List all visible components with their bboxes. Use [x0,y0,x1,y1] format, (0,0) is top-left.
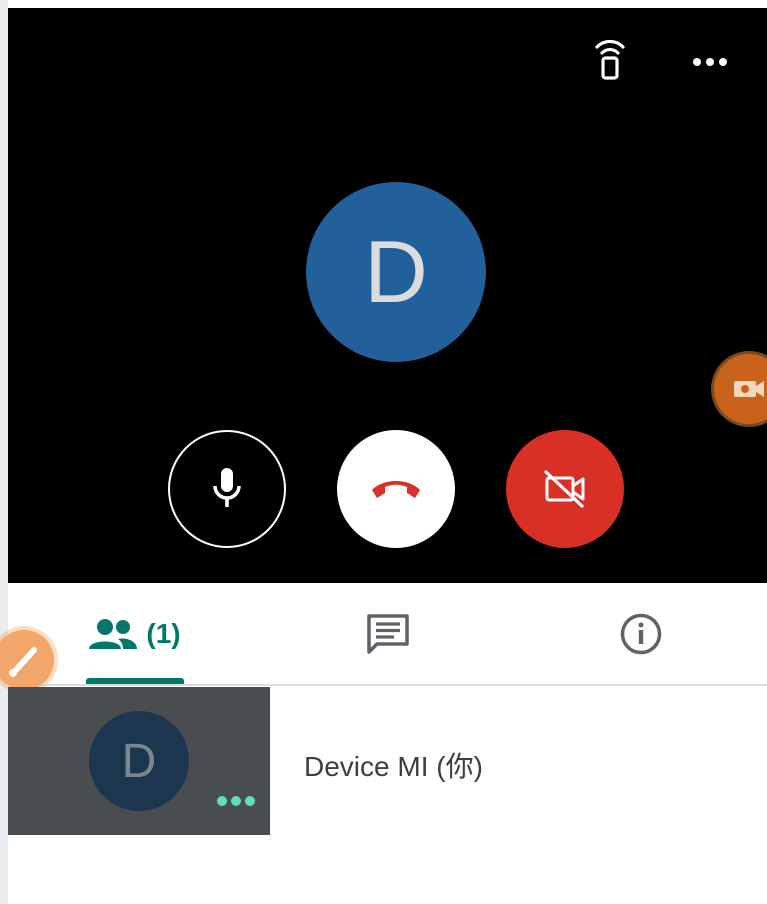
participant-options-button[interactable] [214,791,258,811]
video-camera-icon [734,381,764,397]
participant-avatar: D [89,711,189,811]
end-call-button[interactable] [337,430,455,548]
microphone-icon [213,468,241,507]
call-video-area: D [8,8,767,583]
active-tab-indicator [86,678,184,684]
more-horizontal-icon [693,58,727,66]
participant-count: (1) [146,617,181,649]
participant-list-item[interactable]: D Device MI (你) [8,687,767,835]
people-icon [89,618,138,649]
caller-avatar-initial: D [364,222,428,321]
left-edge-strip [0,0,8,904]
cast-button[interactable] [590,34,630,80]
camera-toggle-button[interactable] [506,430,624,548]
video-off-icon [544,470,585,508]
phone-hangup-icon [372,481,420,498]
microphone-button[interactable] [168,430,286,548]
chat-icon [366,613,409,654]
floating-brush-bubble[interactable] [0,630,54,690]
participant-thumbnail: D [8,687,270,835]
more-horizontal-icon [217,796,255,806]
cast-remote-icon [595,39,625,80]
brush-icon [9,647,37,677]
tab-chat[interactable] [261,583,514,684]
more-options-button[interactable] [688,44,732,80]
participant-name: Device MI (你) [304,751,483,782]
call-tab-bar: (1) [8,583,767,686]
tab-info[interactable] [514,583,767,684]
info-icon [620,613,661,654]
caller-avatar: D [306,182,486,362]
participant-avatar-initial: D [121,734,157,788]
